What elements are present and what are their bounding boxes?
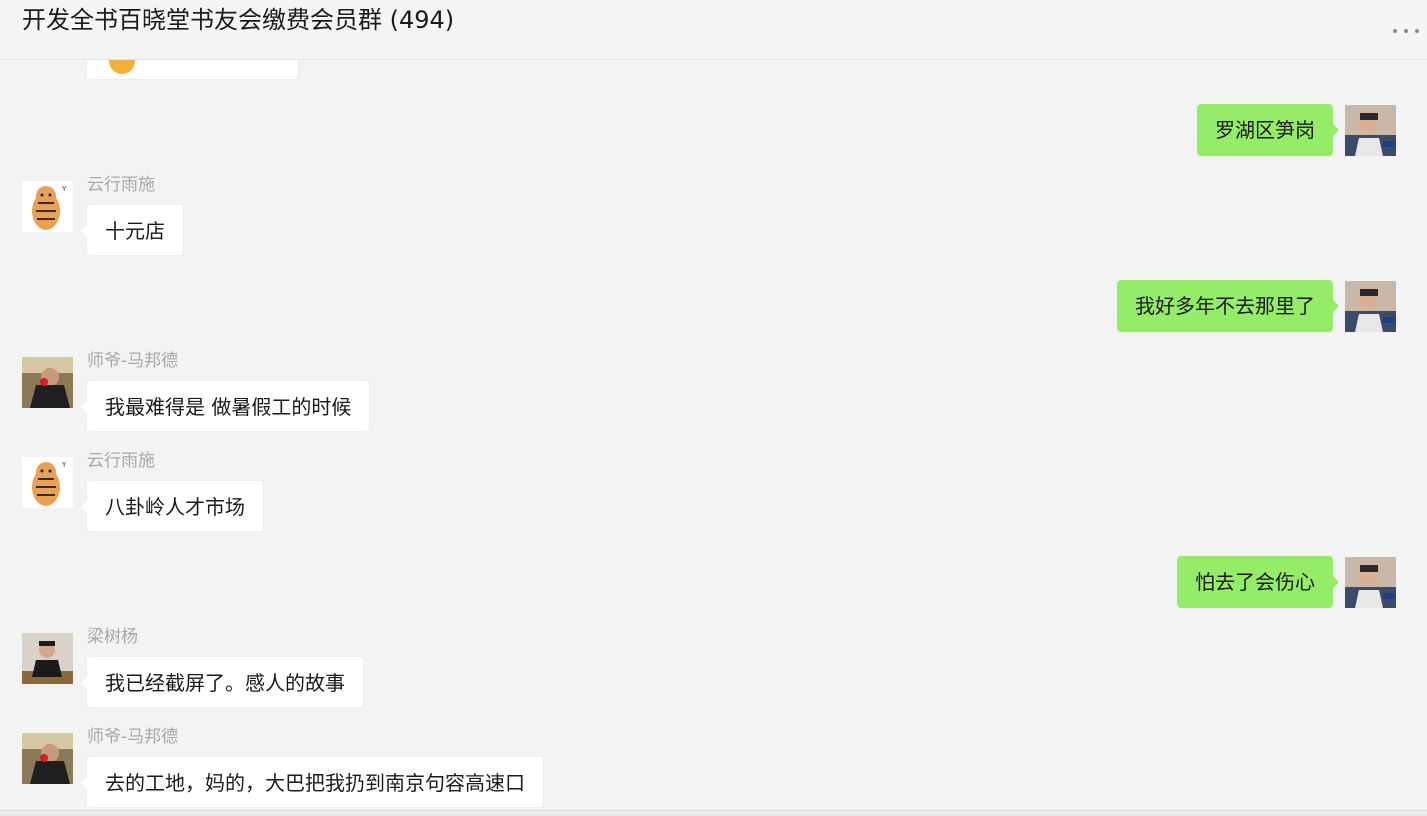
tiger-avatar[interactable]: Y bbox=[22, 457, 73, 508]
message-bubble-incoming[interactable]: 去的工地，妈的，大巴把我扔到南京句容高速口 bbox=[81, 756, 544, 808]
rose-avatar[interactable] bbox=[22, 357, 73, 408]
message-bubble-incoming[interactable]: 十元店 bbox=[81, 204, 184, 256]
tiger-avatar[interactable]: Y bbox=[22, 181, 73, 232]
message-bubble-outgoing[interactable]: 怕去了会伤心 bbox=[1177, 556, 1339, 608]
message-bubble-outgoing[interactable]: 我好多年不去那里了 bbox=[1117, 280, 1339, 332]
chat-title: 开发全书百晓堂书友会缴费会员群 (494) bbox=[22, 6, 455, 34]
svg-text:Y: Y bbox=[61, 461, 67, 469]
sender-name: 云行雨施 bbox=[87, 175, 155, 195]
rose-avatar[interactable] bbox=[22, 733, 73, 784]
self-avatar[interactable] bbox=[1345, 105, 1396, 156]
message-list[interactable]: 罗湖区笋岗 Y 云行雨施 十元店 我好多年不去那里了 师爷-马邦德 我最难得是 … bbox=[0, 60, 1427, 810]
sender-name: 师爷-马邦德 bbox=[87, 727, 179, 747]
message-bubble-incoming[interactable]: 我已经截屏了。感人的故事 bbox=[81, 656, 364, 708]
sender-name: 师爷-马邦德 bbox=[87, 351, 179, 371]
message-bubble-outgoing[interactable]: 罗湖区笋岗 bbox=[1197, 104, 1339, 156]
message-bubble-incoming[interactable]: 八卦岭人才市场 bbox=[81, 480, 264, 532]
message-bubble-incoming[interactable]: 我最难得是 做暑假工的时候 bbox=[80, 380, 371, 432]
more-dots-icon[interactable] bbox=[1393, 24, 1419, 38]
person-avatar[interactable] bbox=[22, 633, 73, 684]
sender-name: 梁树杨 bbox=[87, 627, 138, 647]
svg-text:Y: Y bbox=[61, 185, 67, 193]
self-avatar[interactable] bbox=[1345, 557, 1396, 608]
sender-name: 云行雨施 bbox=[87, 451, 155, 471]
input-divider bbox=[0, 810, 1427, 816]
self-avatar[interactable] bbox=[1345, 281, 1396, 332]
chat-header: 开发全书百晓堂书友会缴费会员群 (494) bbox=[0, 0, 1427, 60]
message-bubble-partial[interactable] bbox=[86, 60, 299, 80]
emoji-icon bbox=[109, 60, 135, 74]
